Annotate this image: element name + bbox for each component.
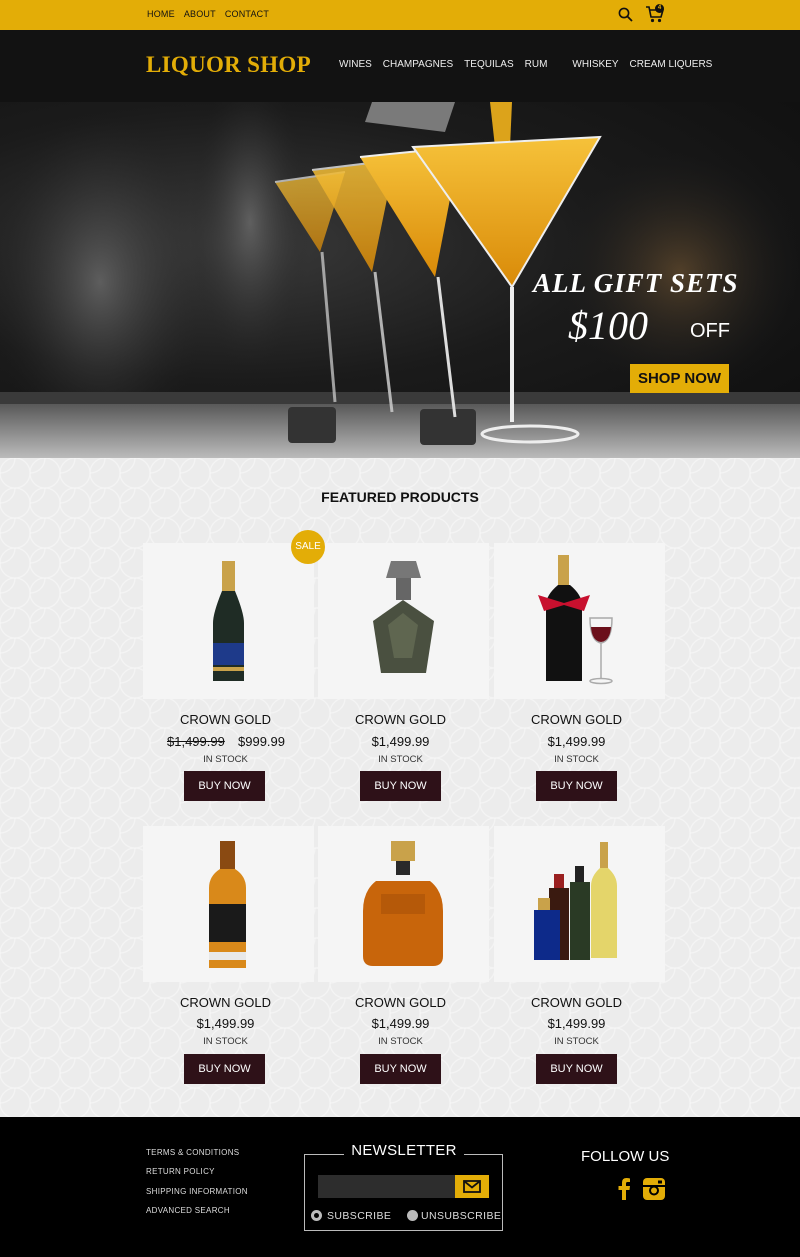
nav-about-link[interactable]: ABOUT	[184, 9, 216, 19]
buy-now-button[interactable]: BUY NOW	[360, 771, 441, 801]
shipping-info-link[interactable]: SHIPPING INFORMATION	[146, 1187, 248, 1196]
buy-now-button[interactable]: BUY NOW	[184, 771, 265, 801]
envelope-icon	[463, 1180, 481, 1193]
nav-rum[interactable]: RUM	[525, 59, 548, 70]
wine-bottle-icon	[538, 555, 613, 685]
decanter-icon	[373, 561, 434, 673]
product-image-assorted[interactable]	[494, 826, 665, 982]
product-name[interactable]: CROWN GOLD	[491, 712, 662, 727]
product-image-whiskey[interactable]	[143, 826, 314, 982]
nav-cream-liquers[interactable]: CREAM LIQUERS	[630, 59, 713, 70]
stock-status: IN STOCK	[203, 1036, 248, 1047]
site-logo[interactable]: LIQUOR SHOP	[146, 52, 311, 78]
promo-off: OFF	[690, 320, 730, 342]
terms-link[interactable]: TERMS & CONDITIONS	[146, 1148, 239, 1157]
product-image-decanter[interactable]	[318, 543, 489, 699]
stock-status: IN STOCK	[554, 1036, 599, 1047]
product-price: $1,499.99	[371, 1016, 430, 1031]
product-name[interactable]: CROWN GOLD	[140, 995, 311, 1010]
promo-headline: ALL GIFT SETS	[533, 268, 739, 298]
unsubscribe-radio[interactable]	[407, 1210, 418, 1221]
buy-now-button[interactable]: BUY NOW	[536, 771, 617, 801]
search-icon[interactable]	[618, 7, 633, 22]
product-name[interactable]: CROWN GOLD	[315, 995, 486, 1010]
newsletter-email-input[interactable]	[318, 1175, 455, 1198]
promo-price: $100	[568, 303, 648, 348]
subscribe-radio[interactable]	[311, 1210, 322, 1221]
product-name[interactable]: CROWN GOLD	[315, 712, 486, 727]
stock-status: IN STOCK	[203, 754, 248, 765]
buy-now-button[interactable]: BUY NOW	[360, 1054, 441, 1084]
newsletter-submit-button[interactable]	[455, 1175, 489, 1198]
nav-champagnes[interactable]: CHAMPAGNES	[383, 59, 453, 70]
buy-now-button[interactable]: BUY NOW	[184, 1054, 265, 1084]
stock-status: IN STOCK	[378, 1036, 423, 1047]
shop-now-button[interactable]: SHOP NOW	[630, 364, 729, 393]
stock-status: IN STOCK	[378, 754, 423, 765]
product-price: $1,499.99	[547, 1016, 606, 1031]
assorted-bottles-icon	[534, 842, 617, 960]
product-price: $1,499.99	[371, 734, 430, 749]
product-name[interactable]: CROWN GOLD	[140, 712, 311, 727]
instagram-icon[interactable]	[643, 1178, 665, 1200]
unsubscribe-label: UNSUBSCRIBE	[421, 1210, 502, 1222]
subscribe-label: SUBSCRIBE	[327, 1210, 392, 1222]
newsletter-title: NEWSLETTER	[344, 1142, 464, 1162]
product-price: $1,499.99	[547, 734, 606, 749]
product-old-price: $1,499.99	[167, 734, 225, 749]
nav-whiskey[interactable]: WHISKEY	[572, 59, 618, 70]
product-price: $999.99	[238, 734, 285, 749]
top-nav: HOME ABOUT CONTACT	[147, 9, 269, 19]
cognac-bottle-icon	[363, 841, 443, 966]
facebook-icon[interactable]	[617, 1178, 631, 1200]
nav-contact-link[interactable]: CONTACT	[225, 9, 269, 19]
product-image-wine[interactable]	[494, 543, 665, 699]
nav-wines[interactable]: WINES	[339, 59, 372, 70]
sale-badge: SALE	[291, 530, 325, 564]
product-price: $1,499.99	[196, 1016, 255, 1031]
advanced-search-link[interactable]: ADVANCED SEARCH	[146, 1206, 230, 1215]
product-image-cognac[interactable]	[318, 826, 489, 982]
featured-title: FEATURED PRODUCTS	[321, 489, 479, 505]
top-bar	[0, 0, 800, 30]
nav-home-link[interactable]: HOME	[147, 9, 175, 19]
follow-us-heading: FOLLOW US	[581, 1148, 670, 1165]
return-policy-link[interactable]: RETURN POLICY	[146, 1167, 215, 1176]
buy-now-button[interactable]: BUY NOW	[536, 1054, 617, 1084]
whiskey-bottle-icon	[209, 841, 246, 968]
product-image-champagne[interactable]	[143, 543, 314, 699]
champagne-bottle-icon	[213, 561, 244, 681]
nav-tequilas[interactable]: TEQUILAS	[464, 59, 513, 70]
category-nav: WINES CHAMPAGNES TEQUILAS RUM WHISKEY CR…	[339, 59, 723, 70]
stock-status: IN STOCK	[554, 754, 599, 765]
product-name[interactable]: CROWN GOLD	[491, 995, 662, 1010]
cart-count-badge: 4	[655, 4, 664, 13]
